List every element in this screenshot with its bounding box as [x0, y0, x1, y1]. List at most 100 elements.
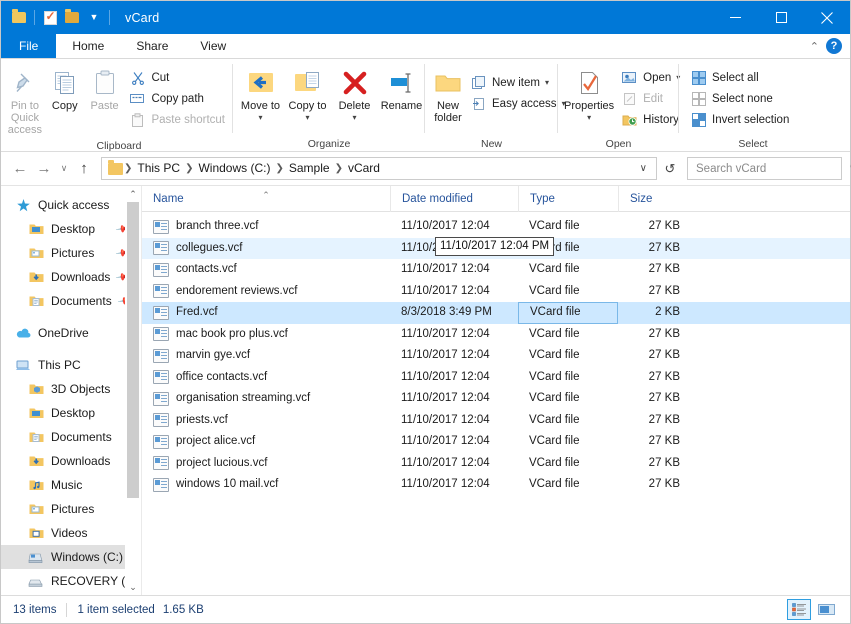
invert-selection-button[interactable]: Invert selection [687, 109, 795, 130]
forward-button[interactable]: → [33, 158, 55, 180]
breadcrumb-windows-c[interactable]: Windows (C:) [194, 158, 274, 179]
edit-button[interactable]: Edit [618, 88, 686, 109]
easy-access-button[interactable]: Easy access ▾ [467, 93, 572, 114]
sidebar-item-downloads[interactable]: Downloads 📌 [1, 265, 141, 289]
breadcrumb-separator-2[interactable]: ❯ [274, 163, 284, 174]
table-row[interactable]: organisation streaming.vcf 11/10/2017 12… [142, 388, 850, 410]
cut-button[interactable]: Cut [126, 67, 231, 88]
sidebar-item-pictures-pc[interactable]: Pictures [1, 497, 141, 521]
scroll-up-button[interactable]: ⌃ [125, 186, 141, 202]
table-row[interactable]: mac book pro plus.vcf 11/10/2017 12:04 V… [142, 324, 850, 346]
file-type-cell: VCard file [518, 281, 618, 303]
maximize-button[interactable] [758, 1, 804, 34]
column-header-type[interactable]: Type [518, 186, 618, 212]
folder-icon [108, 163, 123, 175]
tab-home[interactable]: Home [56, 34, 120, 58]
table-row[interactable]: project alice.vcf 11/10/2017 12:04 VCard… [142, 431, 850, 453]
tab-view[interactable]: View [184, 34, 242, 58]
file-date-cell: 11/10/2017 12:04 [390, 216, 518, 238]
column-header-size[interactable]: Size [618, 186, 692, 212]
paste-shortcut-button[interactable]: Paste shortcut [126, 109, 231, 130]
table-row[interactable]: windows 10 mail.vcf 11/10/2017 12:04 VCa… [142, 474, 850, 496]
minimize-button[interactable] [712, 1, 758, 34]
table-row[interactable]: marvin gye.vcf 11/10/2017 12:04 VCard fi… [142, 345, 850, 367]
paste-button[interactable]: Paste [85, 63, 125, 115]
undo-icon[interactable] [62, 8, 82, 28]
sidebar-item-quick-access[interactable]: Quick access [1, 193, 141, 217]
sidebar-item-windows-c[interactable]: Windows (C:) [1, 545, 141, 569]
sidebar-item-documents-pc[interactable]: Documents [1, 425, 141, 449]
sidebar-item-pictures[interactable]: Pictures 📌 [1, 241, 141, 265]
table-row[interactable]: branch three.vcf 11/10/2017 12:04 VCard … [142, 216, 850, 238]
move-to-button[interactable]: Move to ▾ [237, 63, 284, 127]
sort-ascending-icon: ⌃ [262, 182, 270, 208]
breadcrumb-sample[interactable]: Sample [285, 158, 334, 179]
breadcrumb-this-pc[interactable]: This PC [133, 158, 184, 179]
tab-file[interactable]: File [1, 34, 56, 58]
column-header-date-modified[interactable]: Date modified [390, 186, 518, 212]
table-row[interactable]: endorement reviews.vcf 11/10/2017 12:04 … [142, 281, 850, 303]
sidebar-label: Quick access [38, 198, 109, 212]
pin-to-quick-access-button[interactable]: Pin to Quick access [5, 63, 45, 139]
customize-quick-access-icon[interactable]: ▼ [84, 8, 104, 28]
file-size-cell: 27 KB [618, 388, 692, 410]
sidebar-item-desktop[interactable]: Desktop 📌 [1, 217, 141, 241]
copy-path-button[interactable]: Copy path [126, 88, 231, 109]
breadcrumb-dropdown-icon[interactable]: ∨ [635, 163, 652, 174]
table-row[interactable]: contacts.vcf 11/10/2017 12:04 VCard file… [142, 259, 850, 281]
delete-button[interactable]: Delete ▾ [331, 63, 378, 127]
new-item-button[interactable]: New item ▾ [467, 72, 572, 93]
sidebar-item-recovery-d[interactable]: RECOVERY (D:) [1, 569, 141, 593]
large-icons-view-button[interactable] [814, 599, 838, 620]
breadcrumb-separator-1[interactable]: ❯ [184, 163, 194, 174]
ribbon-tabs: File Home Share View ⌃ ? [1, 34, 850, 59]
sidebar-item-downloads-pc[interactable]: Downloads [1, 449, 141, 473]
sidebar-item-documents[interactable]: Documents 📌 [1, 289, 141, 313]
properties-button[interactable]: Properties ▾ [562, 63, 616, 127]
sidebar-item-music[interactable]: Music [1, 473, 141, 497]
new-folder-icon[interactable] [40, 8, 60, 28]
file-type-cell: VCard file [518, 302, 618, 324]
sidebar-item-this-pc[interactable]: This PC [1, 353, 141, 377]
breadcrumb[interactable]: ❯ This PC ❯ Windows (C:) ❯ Sample ❯ vCar… [101, 157, 657, 180]
folder-properties-icon[interactable] [9, 8, 29, 28]
select-all-button[interactable]: Select all [687, 67, 795, 88]
close-button[interactable] [804, 1, 850, 34]
refresh-button[interactable]: ↺ [659, 157, 681, 180]
table-row[interactable]: office contacts.vcf 11/10/2017 12:04 VCa… [142, 367, 850, 389]
table-row[interactable]: priests.vcf 11/10/2017 12:04 VCard file … [142, 410, 850, 432]
search-input[interactable] [696, 163, 850, 175]
sidebar-item-onedrive[interactable]: OneDrive [1, 321, 141, 345]
column-header-name[interactable]: ⌃ Name [142, 186, 390, 212]
sidebar-item-3d-objects[interactable]: 3D Objects [1, 377, 141, 401]
open-button[interactable]: Open ▾ [618, 67, 686, 88]
recent-locations-button[interactable]: ∨ [57, 158, 71, 180]
sidebar-item-videos[interactable]: Videos [1, 521, 141, 545]
scrollbar-track[interactable] [125, 202, 141, 579]
file-size-cell: 27 KB [618, 216, 692, 238]
select-none-button[interactable]: Select none [687, 88, 795, 109]
details-view-button[interactable] [787, 599, 811, 620]
breadcrumb-separator-3[interactable]: ❯ [334, 163, 344, 174]
rename-button[interactable]: Rename [378, 63, 425, 115]
scrollbar-thumb[interactable] [127, 202, 139, 498]
table-row[interactable]: project lucious.vcf 11/10/2017 12:04 VCa… [142, 453, 850, 475]
history-button[interactable]: History [618, 109, 686, 130]
up-button[interactable]: ↑ [73, 158, 95, 180]
drive-icon [28, 549, 44, 565]
copy-button[interactable]: Copy [45, 63, 85, 115]
back-button[interactable]: ← [9, 158, 31, 180]
tab-share[interactable]: Share [120, 34, 184, 58]
documents-folder-icon [28, 293, 44, 309]
scroll-down-button[interactable]: ⌄ [125, 579, 141, 595]
copy-to-button[interactable]: Copy to ▾ [284, 63, 331, 127]
vcard-file-icon [153, 478, 169, 492]
sidebar-scrollbar[interactable]: ⌃ ⌄ [125, 186, 141, 595]
sidebar-item-desktop-pc[interactable]: Desktop [1, 401, 141, 425]
breadcrumb-vcard[interactable]: vCard [344, 158, 384, 179]
new-folder-button[interactable]: New folder [431, 63, 465, 127]
search-box[interactable] [687, 157, 842, 180]
help-icon[interactable]: ? [826, 38, 842, 54]
table-row-selected[interactable]: Fred.vcf 8/3/2018 3:49 PM VCard file 2 K… [142, 302, 850, 324]
collapse-ribbon-icon[interactable]: ⌃ [810, 40, 819, 53]
